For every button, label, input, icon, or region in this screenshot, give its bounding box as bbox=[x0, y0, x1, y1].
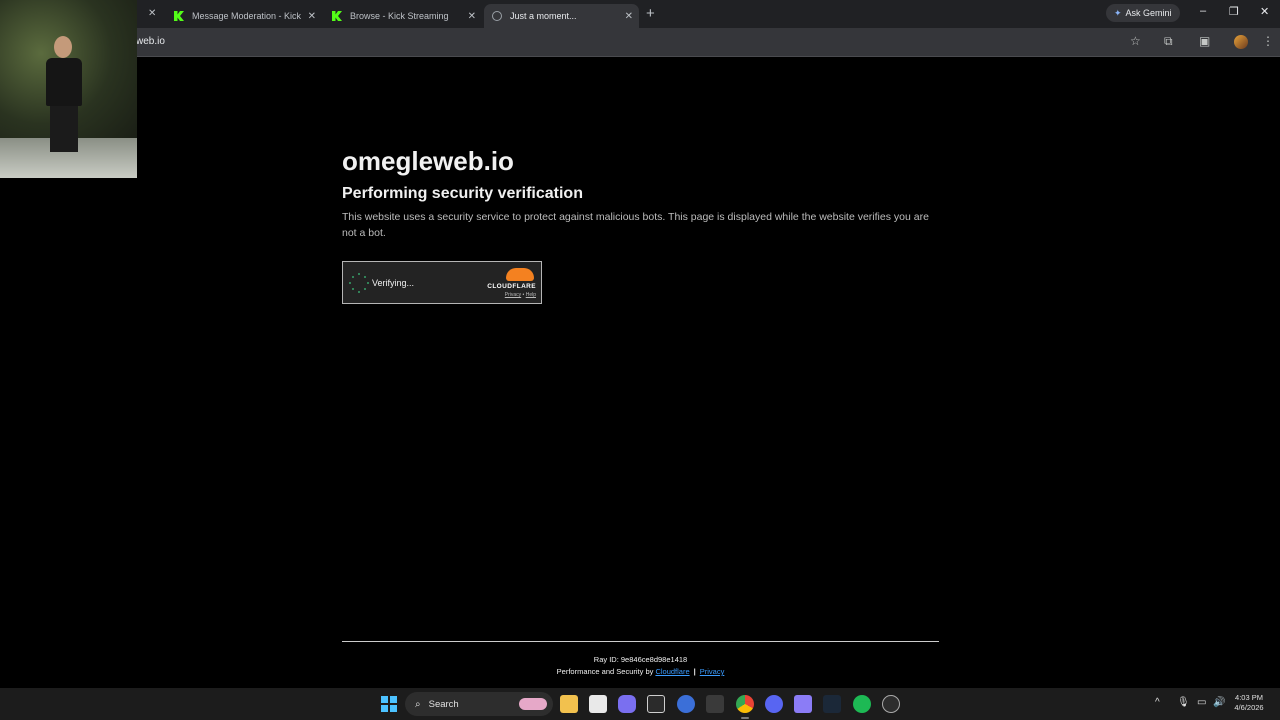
taskbar-search[interactable]: ⌕ Search bbox=[405, 692, 553, 716]
epic-games-icon[interactable] bbox=[706, 695, 724, 713]
person-shirt bbox=[46, 58, 82, 106]
search-icon: ⌕ bbox=[415, 698, 421, 710]
chevron-up-icon[interactable]: ^ bbox=[1155, 697, 1160, 708]
perf-prefix: Performance and Security by bbox=[556, 667, 656, 676]
spotify-icon[interactable] bbox=[853, 695, 871, 713]
cloudflare-brand: CLOUDFLARE bbox=[487, 283, 536, 290]
kick-icon bbox=[332, 11, 342, 21]
person-legs bbox=[50, 106, 78, 152]
cloudflare-link[interactable]: Cloudflare bbox=[655, 667, 689, 676]
game-controller-icon[interactable] bbox=[618, 695, 636, 713]
clock-time: 4:03 PM bbox=[1235, 693, 1263, 702]
discord-icon[interactable] bbox=[765, 695, 783, 713]
challenge-content: omegleweb.io Performing security verific… bbox=[342, 146, 942, 241]
webcam-person bbox=[44, 36, 86, 156]
tab-title: Just a moment... bbox=[510, 11, 577, 21]
ask-gemini-button[interactable]: ✦ Ask Gemini bbox=[1106, 4, 1180, 22]
search-highlight-icon bbox=[519, 698, 547, 710]
footer-divider bbox=[342, 641, 939, 642]
tab-title: Browse - Kick Streaming bbox=[350, 11, 449, 21]
close-tab-icon[interactable]: ✕ bbox=[468, 11, 476, 22]
chrome-icon[interactable] bbox=[736, 695, 754, 713]
close-tab-icon[interactable]: ✕ bbox=[625, 11, 633, 22]
verifying-status: Verifying... bbox=[372, 277, 415, 288]
steam-icon[interactable] bbox=[823, 695, 841, 713]
tab-message-moderation[interactable]: Message Moderation - Kick Da ✕ bbox=[166, 4, 322, 28]
extensions-icon[interactable]: ⧉ bbox=[1164, 34, 1173, 49]
site-name: omegleweb.io bbox=[342, 146, 514, 176]
widget-privacy-link[interactable]: Privacy bbox=[505, 292, 521, 298]
tab-just-a-moment[interactable]: Just a moment... ✕ bbox=[484, 4, 639, 28]
search-label: Search bbox=[428, 698, 459, 710]
tab-search-icon[interactable]: ▣ bbox=[1199, 34, 1210, 48]
profile-avatar[interactable] bbox=[1234, 35, 1248, 49]
footer-privacy-link[interactable]: Privacy bbox=[700, 667, 725, 676]
taskbar: ⌕ Search ^ 🎙 ▭ 🔊 4:03 PM 4/6/2026 bbox=[0, 688, 1280, 720]
page-heading: Performing security verification bbox=[342, 185, 583, 202]
close-tab-icon[interactable]: ✕ bbox=[308, 11, 316, 22]
cloudflare-logo: CLOUDFLARE Privacy • Help bbox=[481, 268, 536, 298]
network-icon[interactable]: ▭ bbox=[1197, 697, 1206, 708]
footer-separator: | bbox=[693, 667, 696, 676]
new-tab-button[interactable]: + bbox=[646, 5, 655, 22]
person-head bbox=[54, 36, 72, 58]
ask-gemini-label: Ask Gemini bbox=[1125, 8, 1172, 18]
volume-icon[interactable]: 🔊 bbox=[1213, 697, 1225, 708]
ray-id: Ray ID: 9e846ce8d98e1418 bbox=[593, 655, 688, 664]
restore-icon[interactable]: ❐ bbox=[1229, 5, 1239, 18]
cloudflare-cloud-icon bbox=[506, 268, 534, 281]
widget-links: Privacy • Help bbox=[481, 292, 536, 298]
globe-icon bbox=[492, 11, 502, 21]
close-tab-icon[interactable]: ✕ bbox=[148, 8, 156, 19]
bookmark-star-icon[interactable]: ☆ bbox=[1130, 34, 1141, 48]
chrome-active-indicator bbox=[741, 717, 749, 719]
clock-date: 4/6/2026 bbox=[1234, 703, 1264, 712]
turnstile-widget[interactable]: Verifying... CLOUDFLARE Privacy • Help bbox=[342, 261, 542, 304]
close-window-icon[interactable]: ✕ bbox=[1260, 5, 1269, 18]
taskbar-clock[interactable]: 4:03 PM 4/6/2026 bbox=[1228, 693, 1270, 713]
spinner-icon bbox=[349, 272, 369, 293]
app-with-badge-icon[interactable] bbox=[882, 695, 900, 713]
menu-kebab-icon[interactable]: ⋮ bbox=[1262, 34, 1274, 48]
vencord-icon[interactable] bbox=[647, 695, 665, 713]
widget-help-link[interactable]: Help bbox=[526, 292, 536, 298]
tab-browse-kick[interactable]: Browse - Kick Streaming ✕ bbox=[324, 4, 482, 28]
tab-title: Message Moderation - Kick Da bbox=[192, 11, 302, 21]
windows-start-icon[interactable] bbox=[381, 696, 397, 712]
address-bar[interactable]: web.io bbox=[136, 36, 165, 47]
gemini-icon: ✦ bbox=[1114, 7, 1122, 18]
footer-performance: Performance and Security by Cloudflare | P… bbox=[342, 667, 939, 676]
webcam-overlay bbox=[0, 0, 137, 178]
store-icon[interactable] bbox=[589, 695, 607, 713]
microphone-icon[interactable]: 🎙 bbox=[1177, 697, 1190, 708]
notes-icon[interactable] bbox=[794, 695, 812, 713]
globe-app-icon[interactable] bbox=[677, 695, 695, 713]
kick-icon bbox=[174, 11, 184, 21]
file-explorer-icon[interactable] bbox=[560, 695, 578, 713]
minimize-icon[interactable]: – bbox=[1200, 5, 1206, 17]
page-description: This website uses a security service to … bbox=[342, 211, 929, 239]
address-toolbar: web.io ☆ ⧉ ▣ ⋮ bbox=[0, 28, 1280, 57]
